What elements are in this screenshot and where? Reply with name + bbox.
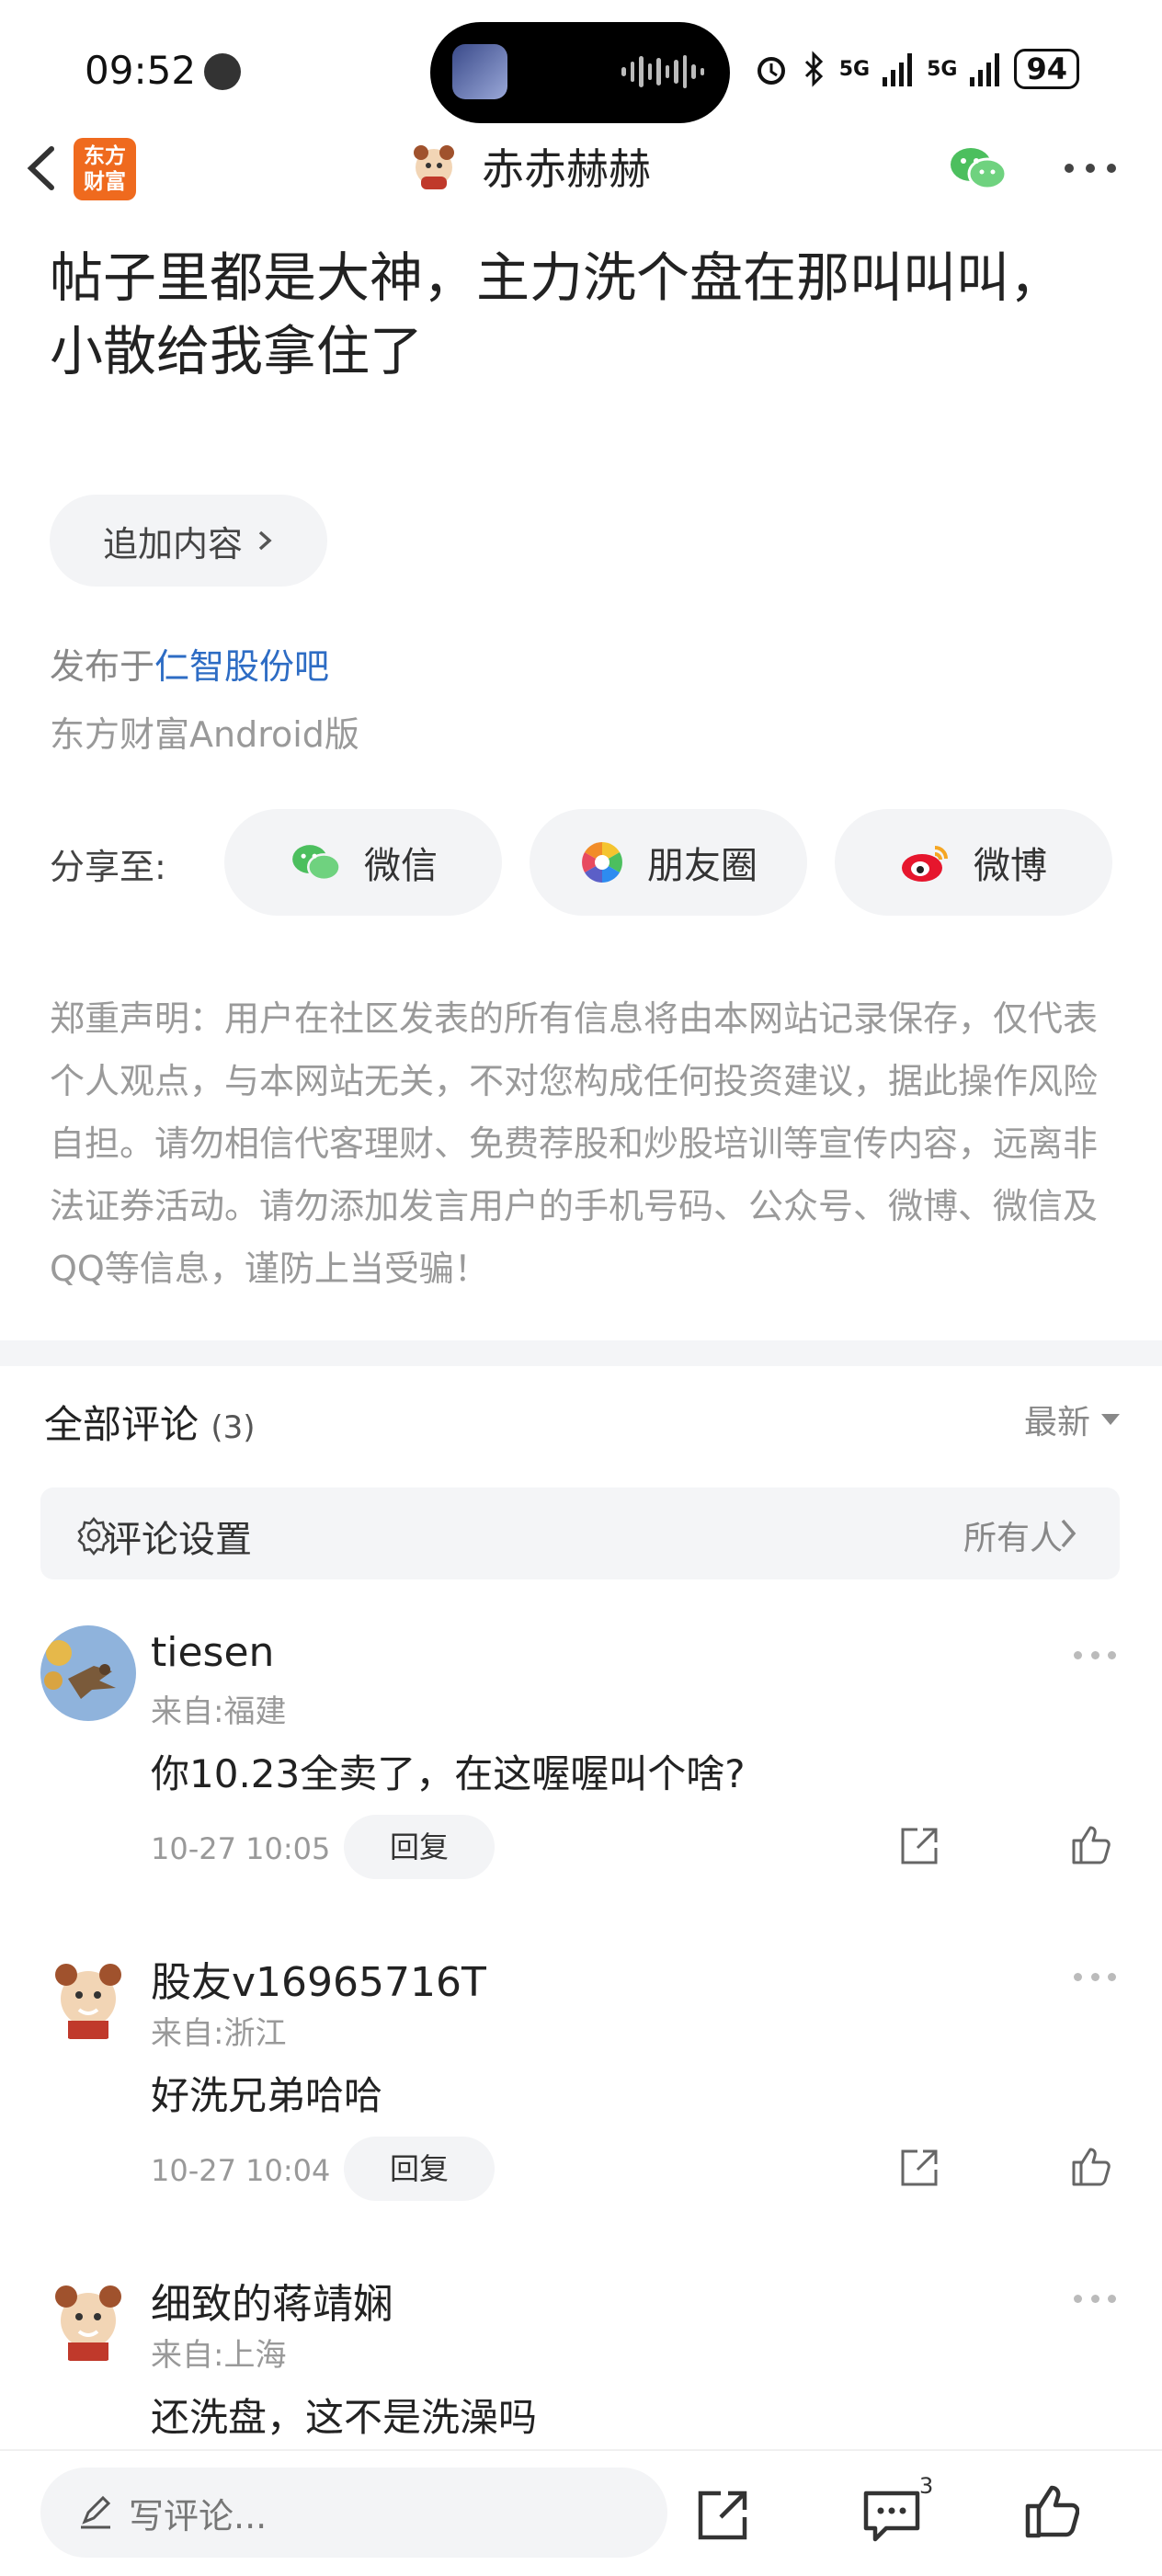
- comment-username[interactable]: 股友v16965716T: [151, 1949, 486, 2008]
- header-username[interactable]: 赤赤赫赫: [482, 140, 651, 199]
- comment-location: 来自:福建: [151, 1693, 287, 1730]
- app-logo[interactable]: 东方财富: [74, 138, 136, 200]
- chevron-right-icon: [258, 530, 272, 551]
- status-icons: 5G 5G 94: [753, 46, 1079, 92]
- status-time: 09:52: [85, 48, 197, 93]
- share-icon[interactable]: [897, 1824, 941, 1868]
- share-icon[interactable]: [695, 2488, 750, 2543]
- signal-icon: [883, 53, 913, 86]
- comment-username[interactable]: 细致的蒋靖娴: [151, 2271, 393, 2330]
- back-arrow-icon[interactable]: [17, 136, 72, 200]
- chevron-right-icon: [1061, 1519, 1077, 1548]
- reply-button[interactable]: 回复: [344, 1815, 495, 1879]
- sort-label: 最新: [1023, 1404, 1090, 1442]
- thumbs-up-icon[interactable]: [1022, 2482, 1079, 2539]
- network-label-2: 5G: [927, 57, 958, 81]
- thumbs-up-icon[interactable]: [1068, 2144, 1112, 2188]
- share-wechat-button[interactable]: 微信: [224, 809, 502, 916]
- comment-count-badge: 3: [919, 2473, 934, 2499]
- client-info: 东方财富Android版: [50, 714, 359, 755]
- comment-location: 来自:浙江: [151, 2015, 287, 2052]
- share-label: 分享至:: [50, 847, 166, 887]
- comment-avatar[interactable]: [40, 1947, 136, 2043]
- comment-time: 10-27 10:05: [151, 1831, 331, 1866]
- write-comment-input[interactable]: 写评论...: [40, 2468, 667, 2558]
- write-comment-placeholder: 写评论...: [129, 2495, 268, 2536]
- thumbs-up-icon[interactable]: [1068, 1822, 1112, 1866]
- comment-text: 好洗兄弟哈哈: [151, 2073, 383, 2118]
- comment-more-icon[interactable]: [1074, 2295, 1116, 2304]
- post-title: 帖子里都是大神，主力洗个盘在那叫叫叫，小散给我拿住了: [50, 246, 1064, 382]
- signal-icon-2: [970, 53, 1000, 86]
- comment-text: 还洗盘，这不是洗澡吗: [151, 2395, 538, 2440]
- battery-indicator: 94: [1014, 49, 1079, 89]
- comment-icon[interactable]: [862, 2488, 921, 2543]
- comments-title-label: 全部评论: [44, 1402, 199, 1447]
- append-content-button[interactable]: 追加内容: [50, 495, 327, 587]
- append-content-label: 追加内容: [102, 523, 243, 564]
- caret-down-icon: [1101, 1414, 1120, 1425]
- comment-location: 来自:上海: [151, 2337, 287, 2374]
- share-weibo-button[interactable]: 微博: [835, 809, 1112, 916]
- comment-time: 10-27 10:04: [151, 2153, 331, 2188]
- comment-username[interactable]: tiesen: [151, 1629, 274, 1676]
- share-moments-label: 朋友圈: [647, 845, 758, 887]
- audio-indicator-icon: [204, 53, 241, 90]
- alarm-icon: [757, 57, 785, 85]
- sort-dropdown[interactable]: 最新: [1024, 1396, 1120, 1443]
- more-menu-icon[interactable]: [1065, 164, 1116, 177]
- share-moments-button[interactable]: 朋友圈: [530, 809, 807, 916]
- share-icon[interactable]: [897, 2146, 941, 2190]
- comments-title: 全部评论 (3): [44, 1394, 256, 1450]
- reply-button[interactable]: 回复: [344, 2137, 495, 2201]
- comment-settings-value: 所有人: [963, 1520, 1063, 1557]
- comment-more-icon[interactable]: [1074, 1973, 1116, 1982]
- comments-count: (3): [211, 1409, 256, 1446]
- pencil-icon: [81, 2495, 111, 2529]
- comment-settings-label: 评论设置: [105, 1519, 252, 1561]
- share-wechat-label: 微信: [364, 845, 438, 887]
- bluetooth-icon: [804, 51, 823, 87]
- comment-text: 你10.23全卖了，在这喔喔叫个啥?: [151, 1751, 746, 1796]
- weibo-icon: [902, 846, 948, 882]
- comment-more-icon[interactable]: [1074, 1651, 1116, 1660]
- bar-link[interactable]: 仁智股份吧: [154, 646, 329, 687]
- moments-icon: [582, 842, 622, 883]
- wechat-icon: [292, 845, 341, 882]
- published-prefix: 发布于: [50, 646, 155, 687]
- disclaimer-text: 郑重声明：用户在社区发表的所有信息将由本网站记录保存，仅代表个人观点，与本网站无…: [50, 998, 1099, 1289]
- share-weibo-label: 微博: [974, 845, 1047, 887]
- comment-avatar[interactable]: [40, 1625, 136, 1721]
- audio-wave-icon: [621, 53, 704, 90]
- comment-avatar[interactable]: [40, 2269, 136, 2365]
- wechat-icon[interactable]: [947, 142, 1008, 194]
- user-avatar-icon[interactable]: [408, 140, 460, 191]
- published-in: 发布于仁智股份吧: [50, 638, 329, 689]
- network-label-1: 5G: [838, 57, 871, 81]
- media-thumbnail: [452, 44, 507, 99]
- section-divider: [0, 1340, 1162, 1366]
